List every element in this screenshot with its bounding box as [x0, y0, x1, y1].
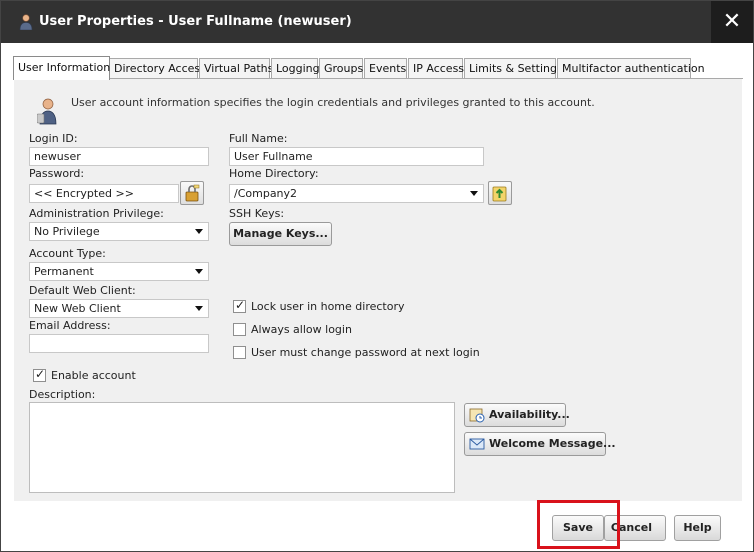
always-allow-login-label: Always allow login	[251, 323, 352, 336]
chevron-down-icon	[470, 191, 478, 196]
home-directory-value: /Company2	[234, 187, 298, 200]
save-highlight-box	[537, 500, 620, 549]
check-icon: ✓	[235, 298, 246, 312]
tab-events[interactable]: Events	[364, 58, 407, 79]
full-name-label: Full Name:	[229, 132, 288, 145]
lock-home-checkbox[interactable]: ✓	[233, 298, 246, 313]
tab-virtual-paths[interactable]: Virtual Paths	[199, 58, 273, 79]
must-change-password-checkbox[interactable]	[233, 346, 246, 359]
account-type-value: Permanent	[34, 265, 94, 278]
enable-account-checkbox[interactable]: ✓	[33, 367, 46, 382]
password-field[interactable]: << Encrypted >>	[29, 184, 179, 203]
tab-user-information[interactable]: User Information	[13, 56, 110, 80]
must-change-password-label: User must change password at next login	[251, 346, 480, 359]
home-directory-select[interactable]: /Company2	[229, 184, 484, 203]
lock-icon	[185, 184, 200, 202]
tab-limits-settings[interactable]: Limits & Settings	[464, 58, 563, 79]
tab-groups[interactable]: Groups	[319, 58, 363, 79]
close-button[interactable]: ✕	[711, 1, 753, 43]
manage-keys-button[interactable]: Manage Keys...	[229, 222, 332, 246]
full-name-field[interactable]: User Fullname	[229, 147, 484, 166]
tab-multifactor-authentication[interactable]: Multifactor authentication	[557, 58, 705, 79]
dialog-title: User Properties - User Fullname (newuser…	[39, 14, 352, 29]
check-icon: ✓	[35, 367, 46, 381]
help-button[interactable]: Help	[674, 515, 721, 541]
default-web-client-label: Default Web Client:	[29, 284, 136, 297]
admin-privilege-label: Administration Privilege:	[29, 207, 164, 220]
default-web-client-value: New Web Client	[34, 302, 121, 315]
tab-directory-access[interactable]: Directory Access	[109, 58, 206, 79]
admin-privilege-select[interactable]: No Privilege	[29, 222, 209, 241]
user-icon	[19, 14, 33, 30]
info-description: User account information specifies the l…	[71, 96, 595, 109]
change-password-button[interactable]	[180, 181, 204, 205]
title-bar: User Properties - User Fullname (newuser…	[1, 1, 753, 43]
tab-ip-access[interactable]: IP Access	[408, 58, 464, 79]
message-icon	[469, 438, 485, 450]
user-account-icon	[37, 98, 57, 125]
account-type-label: Account Type:	[29, 247, 106, 260]
calendar-clock-icon	[469, 408, 485, 423]
default-web-client-select[interactable]: New Web Client	[29, 299, 209, 318]
chevron-down-icon	[195, 269, 203, 274]
login-id-field[interactable]: newuser	[29, 147, 209, 166]
home-directory-label: Home Directory:	[229, 167, 319, 180]
browse-directory-button[interactable]	[488, 181, 512, 205]
description-label: Description:	[29, 388, 96, 401]
folder-up-icon	[492, 186, 507, 202]
welcome-message-label: Welcome Message...	[489, 437, 616, 450]
ssh-keys-label: SSH Keys:	[229, 207, 285, 220]
welcome-message-button[interactable]: Welcome Message...	[464, 432, 616, 456]
email-field[interactable]	[29, 334, 209, 353]
user-properties-dialog: User Properties - User Fullname (newuser…	[0, 0, 754, 552]
email-label: Email Address:	[29, 319, 111, 332]
close-icon: ✕	[722, 9, 742, 34]
description-textarea[interactable]	[29, 402, 455, 493]
admin-privilege-value: No Privilege	[34, 225, 100, 238]
availability-label: Availability...	[489, 408, 570, 421]
always-allow-login-checkbox[interactable]	[233, 323, 246, 336]
login-id-label: Login ID:	[29, 132, 78, 145]
enable-account-label: Enable account	[51, 369, 136, 382]
account-type-select[interactable]: Permanent	[29, 262, 209, 281]
chevron-down-icon	[195, 229, 203, 234]
availability-button[interactable]: Availability...	[464, 403, 570, 427]
chevron-down-icon	[195, 306, 203, 311]
lock-home-label: Lock user in home directory	[251, 300, 405, 313]
tab-logging[interactable]: Logging	[271, 58, 320, 79]
password-label: Password:	[29, 167, 85, 180]
